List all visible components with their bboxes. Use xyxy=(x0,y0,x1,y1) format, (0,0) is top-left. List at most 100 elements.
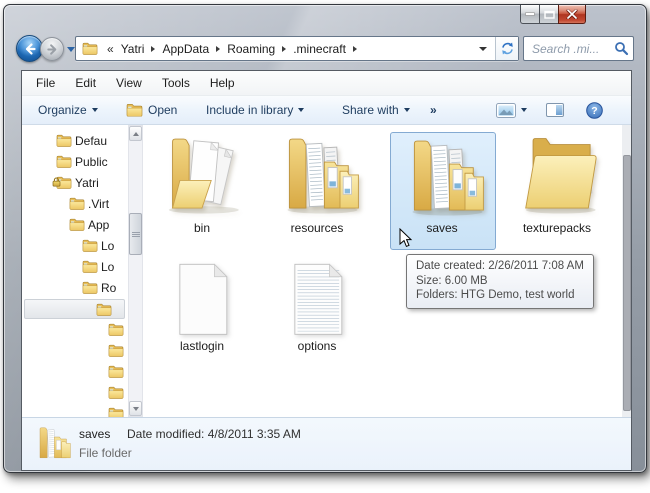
details-date-modified: Date modified: 4/8/2011 3:35 AM xyxy=(127,427,301,441)
scroll-down-button[interactable] xyxy=(129,401,142,416)
thumb-grip-icon xyxy=(132,232,140,233)
breadcrumb-item-yatri[interactable]: Yatri xyxy=(118,42,148,56)
sidebar-item[interactable] xyxy=(24,383,125,403)
sidebar-item-public[interactable]: Public xyxy=(24,152,125,172)
explorer-window: « Yatri AppData Roaming .minecraft Searc… xyxy=(3,4,647,473)
file-item-lastlogin[interactable] xyxy=(154,255,250,343)
sidebar-item-defau[interactable]: Defau xyxy=(24,131,125,151)
sidebar-item-label: Yatri xyxy=(75,176,99,190)
search-input[interactable] xyxy=(532,41,614,56)
mouse-cursor-icon xyxy=(399,227,413,253)
breadcrumb-item-roaming[interactable]: Roaming xyxy=(224,42,278,56)
sidebar-item-virt[interactable]: .Virt xyxy=(24,194,125,214)
sidebar-item-lo[interactable]: Lo xyxy=(24,257,125,277)
open-label: Open xyxy=(148,103,178,117)
back-arrow-icon xyxy=(25,42,36,55)
sidebar-item-selected[interactable] xyxy=(24,299,125,319)
sidebar-item-label: Lo xyxy=(101,260,115,274)
close-button[interactable] xyxy=(558,5,586,24)
sidebar-item-lo[interactable]: Lo xyxy=(24,236,125,256)
window-controls xyxy=(520,5,586,24)
menu-tools[interactable]: Tools xyxy=(152,71,200,95)
sidebar-item-label: Ro xyxy=(101,281,117,295)
file-item-saves[interactable] xyxy=(394,135,490,223)
overflow-chevron-label: » xyxy=(430,103,437,117)
help-button[interactable]: ? xyxy=(580,96,609,124)
folder-icon xyxy=(82,280,98,295)
svg-text:?: ? xyxy=(591,105,597,117)
folder-icon xyxy=(108,343,124,358)
scroll-up-button[interactable] xyxy=(129,126,142,141)
file-item-label[interactable]: resources xyxy=(262,221,372,235)
breadcrumb-item-minecraft[interactable]: .minecraft xyxy=(290,42,349,56)
file-item-label[interactable]: lastlogin xyxy=(147,339,257,353)
details-item-type: File folder xyxy=(79,446,132,460)
breadcrumb-separator-icon[interactable] xyxy=(352,45,357,52)
change-view-button[interactable] xyxy=(490,96,533,124)
file-item-options[interactable] xyxy=(269,255,365,343)
breadcrumb[interactable]: « Yatri AppData Roaming .minecraft xyxy=(76,37,495,60)
sidebar-item[interactable] xyxy=(24,362,125,382)
menu-help[interactable]: Help xyxy=(200,71,245,95)
menu-view[interactable]: View xyxy=(106,71,152,95)
back-button[interactable] xyxy=(16,35,43,62)
menu-file[interactable]: File xyxy=(26,71,65,95)
search-box xyxy=(523,36,634,61)
forward-button[interactable] xyxy=(40,37,64,61)
sidebar-item-app[interactable]: App xyxy=(24,215,125,235)
chevron-down-icon xyxy=(298,108,305,112)
sidebar-item-label: Lo xyxy=(101,239,115,253)
include-in-library-button[interactable]: Include in library xyxy=(200,96,310,124)
client-area: File Edit View Tools Help Organize Open Incl… xyxy=(21,70,632,471)
triangle-up-icon xyxy=(132,131,139,136)
folder-icon xyxy=(108,406,124,417)
maximize-icon xyxy=(543,10,555,19)
search-icon[interactable] xyxy=(614,41,629,56)
address-dropdown-icon[interactable] xyxy=(479,46,487,51)
menu-bar: File Edit View Tools Help xyxy=(22,71,631,96)
file-item-label[interactable]: options xyxy=(262,339,372,353)
preview-pane-button[interactable] xyxy=(540,96,570,124)
breadcrumb-separator-icon[interactable] xyxy=(151,45,156,52)
breadcrumb-separator-icon[interactable] xyxy=(282,45,287,52)
minimize-button[interactable] xyxy=(520,5,539,24)
file-item-texturepacks[interactable] xyxy=(509,133,605,221)
recent-pages-dropdown-icon[interactable] xyxy=(67,47,75,52)
file-text-icon xyxy=(286,258,348,343)
open-button[interactable]: Open xyxy=(120,96,183,124)
sidebar-scrollbar[interactable] xyxy=(128,125,143,417)
file-pane-scroll-thumb[interactable] xyxy=(623,155,631,411)
breadcrumb-overflow-chevron[interactable]: « xyxy=(102,42,118,56)
file-item-bin[interactable] xyxy=(154,133,250,221)
folder-files-icon xyxy=(396,134,488,223)
include-label: Include in library xyxy=(206,103,294,117)
folder-icon xyxy=(108,322,124,337)
file-item-resources[interactable] xyxy=(269,133,365,221)
file-item-label[interactable]: texturepacks xyxy=(502,221,612,235)
sidebar-item[interactable] xyxy=(24,341,125,361)
share-with-button[interactable]: Share with xyxy=(336,96,416,124)
organize-button[interactable]: Organize xyxy=(32,96,104,124)
folder-icon xyxy=(56,133,72,148)
menu-edit[interactable]: Edit xyxy=(65,71,106,95)
chevron-down-icon xyxy=(521,108,527,112)
sidebar-item-yatri[interactable]: Yatri xyxy=(24,173,125,193)
folder-icon xyxy=(69,196,85,211)
sidebar-item[interactable] xyxy=(24,320,125,340)
address-bar-group: « Yatri AppData Roaming .minecraft xyxy=(75,36,519,61)
sidebar-item-label: Public xyxy=(75,155,108,169)
share-label: Share with xyxy=(342,103,399,117)
sidebar-item[interactable] xyxy=(24,404,125,417)
sidebar-item-ro[interactable]: Ro xyxy=(24,278,125,298)
views-icon xyxy=(496,102,516,118)
sidebar-scroll-thumb[interactable] xyxy=(129,213,142,255)
folder-icon xyxy=(96,302,112,317)
file-pane-scrollbar[interactable] xyxy=(622,125,631,417)
maximize-button[interactable] xyxy=(539,5,558,24)
refresh-button[interactable] xyxy=(495,37,518,60)
file-item-label[interactable]: bin xyxy=(147,221,257,235)
folder-icon xyxy=(108,385,124,400)
toolbar-overflow-button[interactable]: » xyxy=(424,96,443,124)
breadcrumb-item-appdata[interactable]: AppData xyxy=(159,42,212,56)
breadcrumb-separator-icon[interactable] xyxy=(216,45,221,52)
